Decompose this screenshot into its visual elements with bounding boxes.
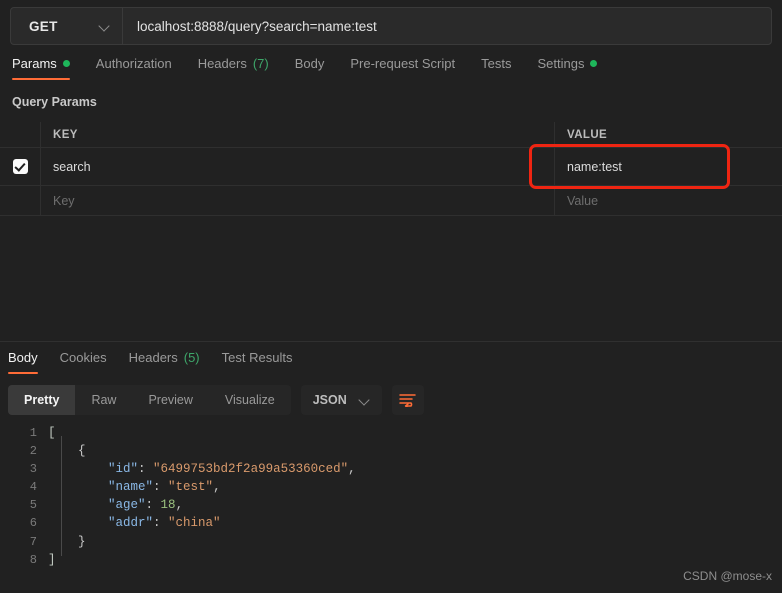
line-number: 7	[29, 534, 37, 549]
response-format-toolbar: Pretty Raw Preview Visualize JSON	[8, 385, 424, 415]
code-line-text: }	[48, 534, 86, 549]
tab-headers-label: Headers	[197, 56, 247, 71]
code-line-text: ]	[48, 552, 56, 567]
line-number: 8	[29, 552, 37, 567]
code-line: 3 "id": "6499753bd2f2a99a53360ced",	[0, 460, 782, 478]
response-language-dropdown[interactable]: JSON	[300, 385, 382, 415]
chevron-down-icon	[99, 21, 110, 32]
watermark: CSDN @mose-x	[683, 569, 772, 583]
line-number: 2	[29, 444, 37, 459]
tab-params[interactable]: Params	[12, 56, 70, 80]
column-header-key: KEY	[53, 128, 78, 141]
wrap-lines-button[interactable]	[391, 385, 424, 415]
tab-body-label: Body	[294, 56, 325, 71]
view-mode-visualize[interactable]: Visualize	[209, 385, 291, 415]
tab-headers[interactable]: Headers (7)	[198, 56, 269, 80]
tab-response-headers[interactable]: Headers (5)	[129, 350, 200, 374]
line-number: 1	[29, 426, 37, 440]
line-number: 4	[29, 480, 37, 495]
code-line-text: {	[48, 444, 86, 459]
tab-test-results-label: Test Results	[221, 350, 293, 365]
query-params-title: Query Params	[12, 95, 97, 109]
response-body-code[interactable]: 1[2 {3 "id": "6499753bd2f2a99a53360ced",…	[0, 424, 782, 569]
param-value-cell[interactable]: name:test	[555, 148, 782, 185]
code-line: 6 "addr": "china"	[0, 514, 782, 532]
tab-authorization-label: Authorization	[95, 56, 172, 71]
wrap-lines-icon	[399, 394, 417, 407]
code-line: 2 {	[0, 442, 782, 460]
tab-test-results[interactable]: Test Results	[222, 350, 293, 374]
tab-response-body-label: Body	[8, 350, 38, 365]
param-key-cell[interactable]: search	[41, 148, 555, 185]
view-mode-pretty[interactable]: Pretty	[8, 385, 76, 415]
view-mode-raw[interactable]: Raw	[75, 385, 132, 415]
param-key-value: search	[53, 159, 91, 174]
status-dot-icon	[62, 60, 70, 67]
query-params-table: KEY VALUE search name:test Key Value	[0, 122, 782, 216]
chevron-down-icon	[359, 395, 370, 406]
empty-key-cell[interactable]: Key	[41, 186, 555, 215]
request-tab-bar: Params Authorization Headers (7) Body Pr…	[0, 56, 782, 86]
tab-body[interactable]: Body	[295, 56, 325, 80]
code-line-text: "addr": "china"	[108, 516, 221, 531]
code-line: 7 }	[0, 533, 782, 551]
tab-tests[interactable]: Tests	[481, 56, 511, 80]
http-method-dropdown[interactable]: GET	[11, 8, 123, 44]
row-enabled-checkbox[interactable]	[12, 159, 28, 174]
tab-pre-request-script-label: Pre-request Script	[350, 56, 456, 71]
url-input[interactable]: localhost:8888/query?search=name:test	[123, 8, 771, 44]
view-mode-preview[interactable]: Preview	[132, 385, 208, 415]
tab-pre-request-script[interactable]: Pre-request Script	[350, 56, 455, 80]
header-checkbox-cell	[0, 122, 41, 147]
code-line-text: "name": "test",	[108, 480, 221, 495]
tab-response-cookies-label: Cookies	[59, 350, 107, 365]
empty-value-cell[interactable]: Value	[555, 186, 782, 215]
line-number: 6	[29, 516, 37, 531]
code-line-text: [	[48, 426, 56, 440]
code-line-text: "id": "6499753bd2f2a99a53360ced",	[108, 462, 356, 477]
empty-checkbox-cell	[0, 186, 41, 215]
empty-value-placeholder: Value	[567, 193, 599, 208]
view-mode-segmented-control: Pretty Raw Preview Visualize	[8, 385, 291, 415]
tab-response-body[interactable]: Body	[8, 350, 38, 374]
row-checkbox-cell[interactable]	[0, 148, 41, 185]
code-line: 4 "name": "test",	[0, 478, 782, 496]
request-url-bar: GET localhost:8888/query?search=name:tes…	[10, 7, 772, 45]
code-line: 8]	[0, 551, 782, 569]
tab-headers-count: (7)	[252, 56, 269, 71]
postman-window: GET localhost:8888/query?search=name:tes…	[0, 0, 782, 593]
code-line-text: "age": 18,	[108, 498, 184, 513]
table-row: search name:test	[0, 148, 782, 186]
tab-settings[interactable]: Settings	[537, 56, 598, 80]
response-tab-bar: Body Cookies Headers (5) Test Results	[0, 350, 782, 378]
status-dot-icon	[590, 60, 598, 67]
tab-params-label: Params	[12, 56, 57, 71]
http-method-label: GET	[29, 18, 58, 34]
tab-response-headers-count: (5)	[183, 350, 200, 365]
tab-authorization[interactable]: Authorization	[96, 56, 172, 80]
pane-divider[interactable]	[0, 341, 782, 342]
view-mode-preview-label: Preview	[148, 393, 193, 407]
view-mode-pretty-label: Pretty	[24, 393, 60, 407]
table-header-row: KEY VALUE	[0, 122, 782, 148]
table-row-empty: Key Value	[0, 186, 782, 216]
tab-tests-label: Tests	[481, 56, 512, 71]
code-line: 1[	[0, 424, 782, 442]
response-language-label: JSON	[312, 393, 347, 407]
view-mode-raw-label: Raw	[91, 393, 117, 407]
line-number: 3	[29, 462, 37, 477]
column-header-value: VALUE	[567, 128, 608, 141]
code-line: 5 "age": 18,	[0, 496, 782, 514]
tab-settings-label: Settings	[537, 56, 585, 71]
line-number: 5	[29, 498, 37, 513]
tab-response-cookies[interactable]: Cookies	[60, 350, 107, 374]
empty-key-placeholder: Key	[53, 193, 75, 208]
tab-response-headers-label: Headers	[128, 350, 178, 365]
view-mode-visualize-label: Visualize	[224, 393, 275, 407]
param-value-value: name:test	[567, 159, 622, 174]
